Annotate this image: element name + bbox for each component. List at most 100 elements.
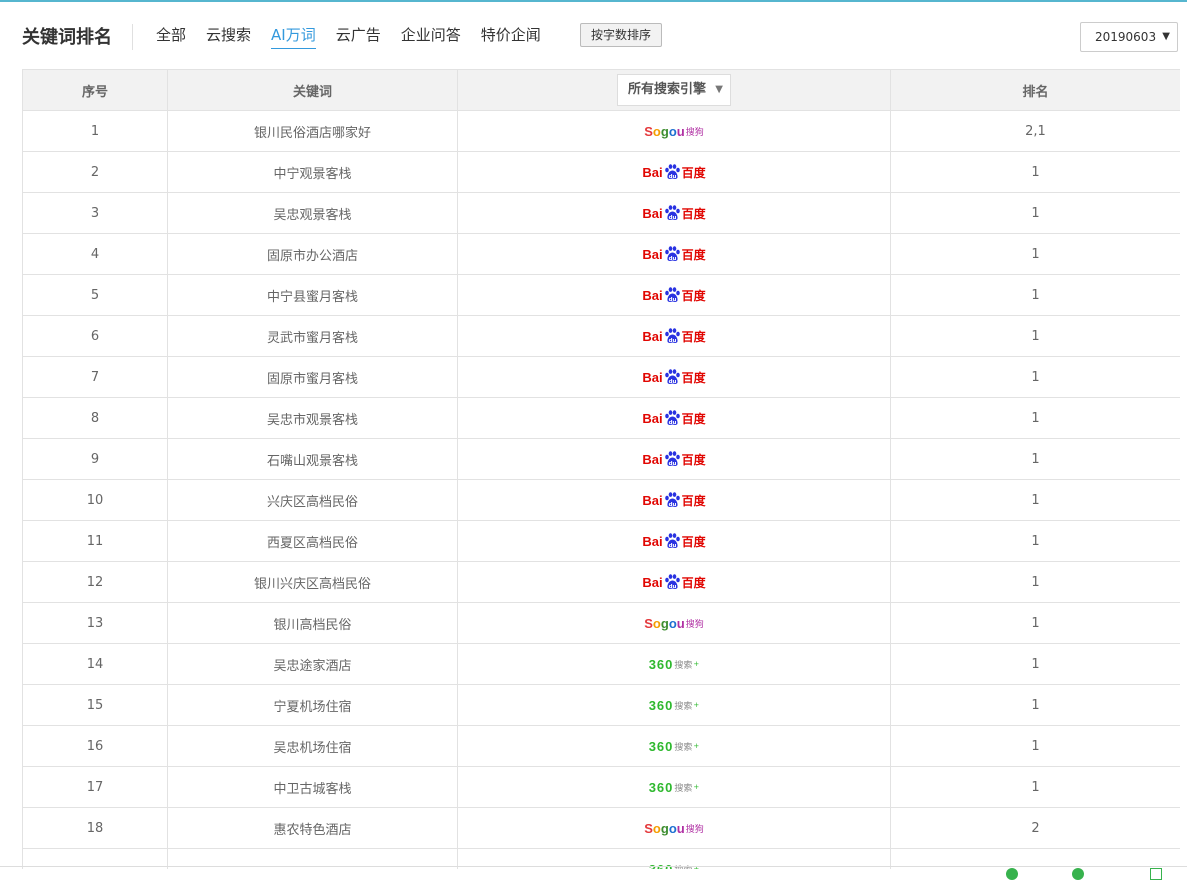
baidu-logo: Bai du 百度 — [642, 533, 706, 549]
cell-index: 4 — [22, 233, 168, 275]
column-header-engine: 所有搜索引擎 ▼ — [457, 69, 891, 111]
cell-index: 16 — [22, 725, 168, 767]
svg-text:du: du — [668, 297, 676, 303]
cell-rank: 1 — [890, 274, 1180, 316]
360-search-logo: 360搜索+ — [648, 779, 700, 795]
cell-keyword: 银川民俗酒店哪家好 — [167, 110, 458, 152]
cell-engine: Bai du 百度 — [457, 233, 891, 275]
table-header-row: 序号 关键词 所有搜索引擎 ▼ 排名 — [22, 69, 1180, 111]
cell-keyword: 宁夏机场住宿 — [167, 684, 458, 726]
cell-engine: 360搜索+ — [457, 725, 891, 767]
cell-index: 1 — [22, 110, 168, 152]
tab-cloud-search[interactable]: 云搜索 — [206, 24, 251, 49]
status-bar-fragments — [1000, 867, 1187, 880]
cell-keyword: 中卫古城客栈 — [167, 766, 458, 808]
cell-engine: Bai du 百度 — [457, 520, 891, 562]
cell-rank: 1 — [890, 151, 1180, 193]
table-row: 3 吴忠观景客栈 Bai du 百度 1 — [22, 192, 1180, 234]
cell-keyword: 惠农特色酒店 — [167, 807, 458, 849]
tab-all[interactable]: 全部 — [156, 24, 186, 49]
cell-rank: 2,1 — [890, 110, 1180, 152]
cell-index: 14 — [22, 643, 168, 685]
date-select[interactable]: 20190603 ▼ — [1080, 22, 1178, 52]
engine-filter-dropdown[interactable]: 所有搜索引擎 ▼ — [616, 74, 731, 106]
svg-text:du: du — [668, 584, 676, 590]
cell-index: 9 — [22, 438, 168, 480]
cell-keyword: 固原市办公酒店 — [167, 233, 458, 275]
cell-keyword: 银川兴庆区高档民俗 — [167, 561, 458, 603]
svg-text:du: du — [668, 502, 676, 508]
cell-rank: 1 — [890, 684, 1180, 726]
cell-rank: 1 — [890, 520, 1180, 562]
baidu-logo: Bai du 百度 — [642, 410, 706, 426]
ranking-table-container: 序号 关键词 所有搜索引擎 ▼ 排名 1 银川民俗酒店哪家好 Sogou 搜狗 2,1 2… — [22, 69, 1180, 869]
table-row: 16 吴忠机场住宿 360 搜索 + 1 — [22, 725, 1180, 767]
cell-keyword: 中宁观景客栈 — [167, 151, 458, 193]
cell-rank: 1 — [890, 315, 1180, 357]
cell-engine: Sogou 搜狗 — [457, 807, 891, 849]
table-row: 2 中宁观景客栈 Bai du 百度 1 — [22, 151, 1180, 193]
tab-enterprise-qa[interactable]: 企业问答 — [401, 24, 461, 49]
cell-keyword: 吴忠观景客栈 — [167, 192, 458, 234]
status-dot-icon — [1072, 868, 1084, 880]
engine-filter-label: 所有搜索引擎 — [627, 82, 706, 97]
plus-icon: + — [693, 701, 700, 709]
table-row: 12 银川兴庆区高档民俗 Bai du 百度 1 — [22, 561, 1180, 603]
svg-text:du: du — [668, 215, 676, 221]
cell-engine: Bai du 百度 — [457, 561, 891, 603]
svg-text:du: du — [668, 543, 676, 549]
cell-engine: Bai du 百度 — [457, 479, 891, 521]
cell-index: 18 — [22, 807, 168, 849]
cell-keyword: 兴庆区高档民俗 — [167, 479, 458, 521]
cell-index: 10 — [22, 479, 168, 521]
cell-rank: 1 — [890, 725, 1180, 767]
table-row: 11 西夏区高档民俗 Bai du 百度 1 — [22, 520, 1180, 562]
baidu-logo: Bai du 百度 — [642, 328, 706, 344]
table-row: 8 吴忠市观景客栈 Bai du 百度 1 — [22, 397, 1180, 439]
table-row: 18 惠农特色酒店 Sogou 搜狗 2 — [22, 807, 1180, 849]
cell-engine: 360搜索+ — [457, 684, 891, 726]
tab-cloud-ads[interactable]: 云广告 — [336, 24, 381, 49]
chevron-down-icon: ▼ — [1162, 31, 1170, 42]
table-body: 1 银川民俗酒店哪家好 Sogou 搜狗 2,1 2 中宁观景客栈 Bai du 百度 1 3 吴忠观景… — [22, 110, 1180, 869]
tab-special-news[interactable]: 特价企闻 — [481, 24, 541, 49]
cell-engine: Bai du 百度 — [457, 315, 891, 357]
cell-keyword: 中宁县蜜月客栈 — [167, 274, 458, 316]
baidu-logo: Bai du 百度 — [642, 246, 706, 262]
cell-index: 6 — [22, 315, 168, 357]
cell-rank: 1 — [890, 643, 1180, 685]
tab-ai-wanci[interactable]: AI万词 — [271, 24, 316, 49]
table-row: 14 吴忠途家酒店 360 搜索 + 1 — [22, 643, 1180, 685]
cell-index: 12 — [22, 561, 168, 603]
svg-text:du: du — [668, 256, 676, 262]
cell-engine: Sogou 搜狗 — [457, 110, 891, 152]
status-square-icon — [1150, 868, 1162, 880]
cell-index: 13 — [22, 602, 168, 644]
cell-index: 15 — [22, 684, 168, 726]
cell-index: 17 — [22, 766, 168, 808]
plus-icon: + — [693, 742, 700, 750]
sort-by-length-button[interactable]: 按字数排序 — [580, 23, 663, 47]
cell-keyword: 灵武市蜜月客栈 — [167, 315, 458, 357]
table-row: 10 兴庆区高档民俗 Bai du 百度 1 — [22, 479, 1180, 521]
baidu-logo: Bai du 百度 — [642, 369, 706, 385]
table-row: 9 石嘴山观景客栈 Bai du 百度 1 — [22, 438, 1180, 480]
baidu-logo: Bai du 百度 — [642, 574, 706, 590]
cell-engine: Sogou 搜狗 — [457, 602, 891, 644]
cell-keyword: 吴忠市观景客栈 — [167, 397, 458, 439]
cell-keyword: 银川高档民俗 — [167, 602, 458, 644]
360-search-logo: 360搜索+ — [648, 656, 700, 672]
cell-engine: Bai du 百度 — [457, 274, 891, 316]
cell-rank: 1 — [890, 561, 1180, 603]
baidu-logo: Bai du 百度 — [642, 205, 706, 221]
plus-icon: + — [693, 783, 700, 791]
page-header: 关键词排名 全部 云搜索 AI万词 云广告 企业问答 特价企闻 按字数排序 20… — [0, 2, 1187, 68]
cell-index: 8 — [22, 397, 168, 439]
baidu-logo: Bai du 百度 — [642, 451, 706, 467]
cell-index: 2 — [22, 151, 168, 193]
cell-engine: Bai du 百度 — [457, 151, 891, 193]
baidu-logo: Bai du 百度 — [642, 492, 706, 508]
title-divider — [132, 24, 133, 50]
cell-index: 11 — [22, 520, 168, 562]
cell-rank: 1 — [890, 479, 1180, 521]
